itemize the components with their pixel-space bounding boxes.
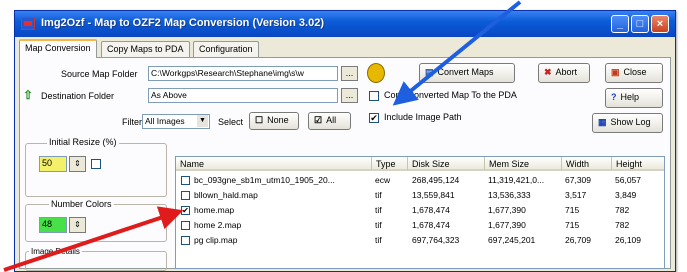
annotation-arrows [3,0,522,272]
blue-annotation-arrow [392,0,522,106]
red-annotation-arrow [3,206,184,272]
